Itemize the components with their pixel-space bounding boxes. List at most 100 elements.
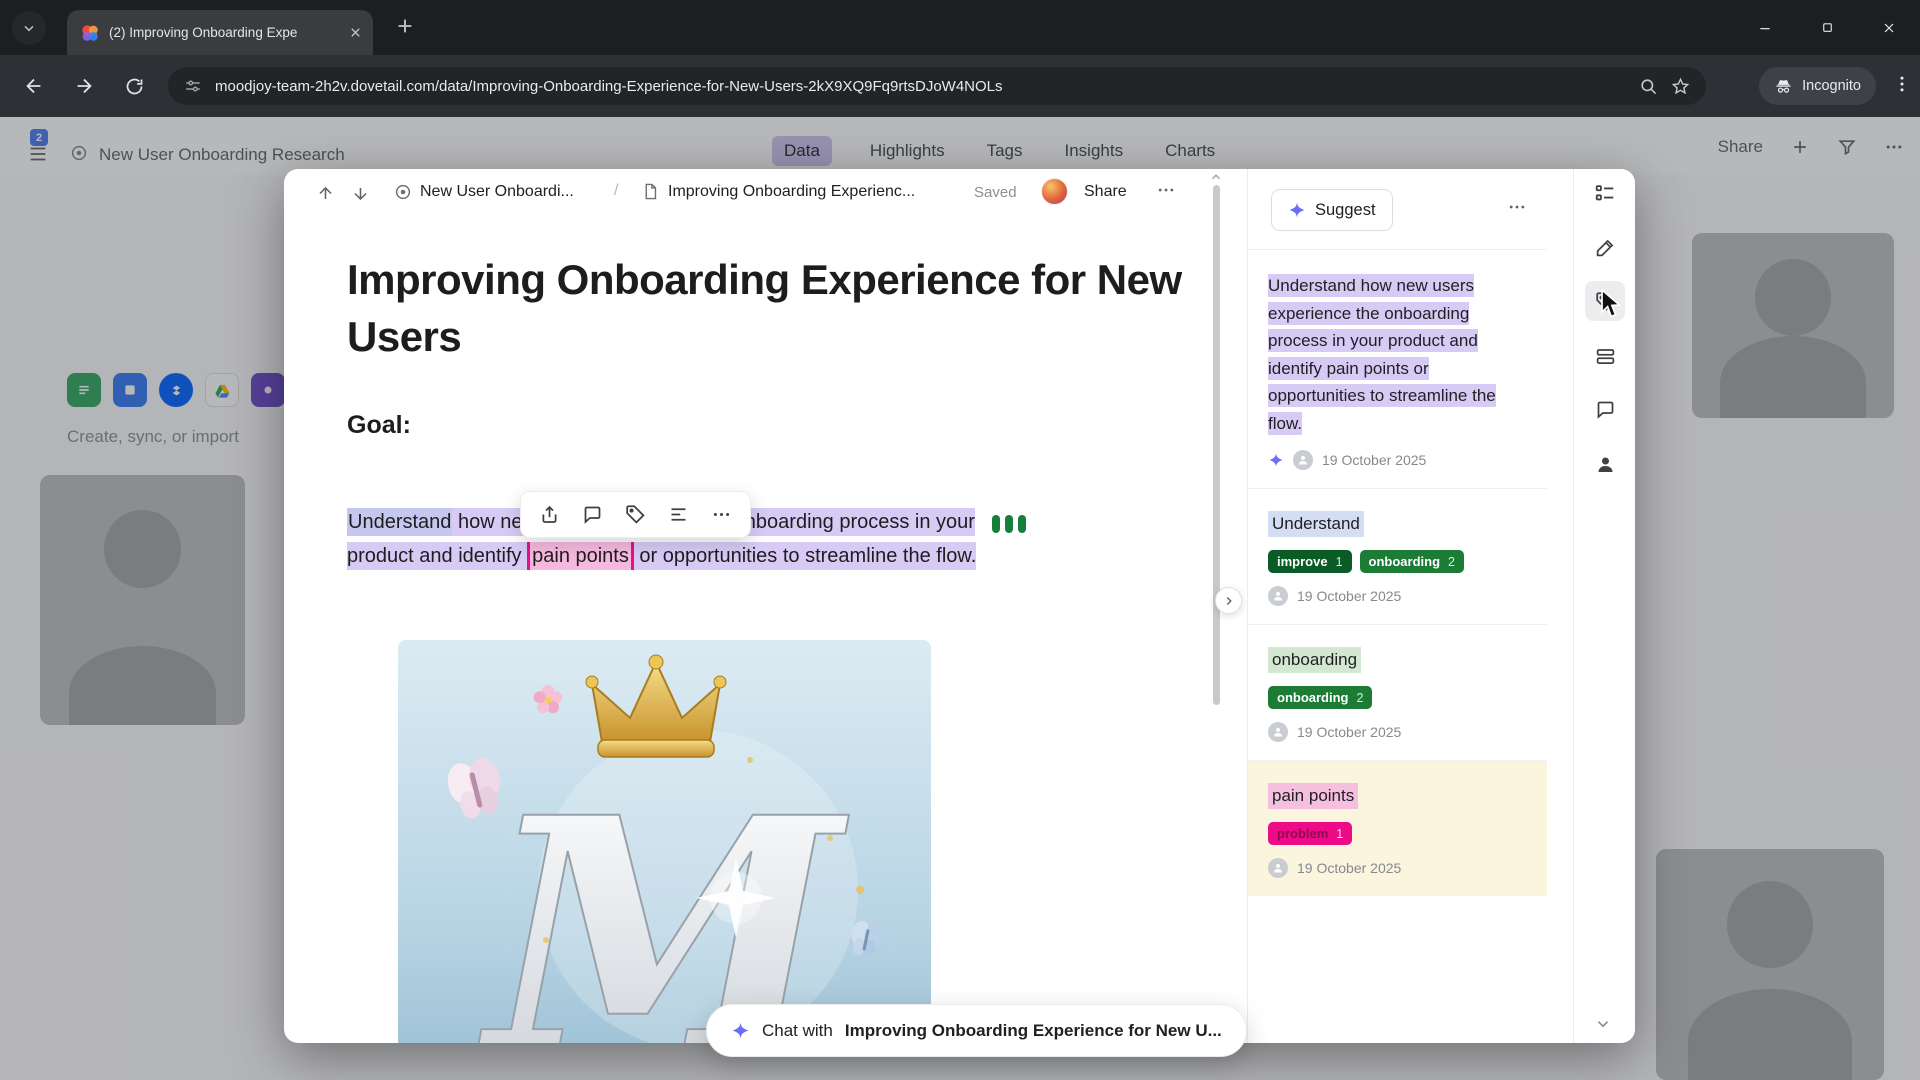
more-options-button[interactable] (711, 504, 732, 525)
highlight-title[interactable]: onboarding (1268, 647, 1362, 673)
tag-onboarding[interactable]: onboarding 2 (1268, 686, 1373, 709)
tab-close-button[interactable] (348, 25, 363, 40)
panel-more-button[interactable] (1507, 197, 1527, 217)
pen-icon (1596, 239, 1613, 256)
forward-button[interactable] (66, 68, 102, 104)
breadcrumb-divider: / (614, 182, 619, 199)
kebab-menu-icon (1900, 76, 1904, 92)
document-scrollbar[interactable] (1213, 185, 1220, 705)
highlighter-button[interactable] (1585, 227, 1625, 267)
share-highlight-button[interactable] (539, 504, 560, 525)
browser-tab-strip: (2) Improving Onboarding Expe (0, 0, 1920, 55)
comment-button[interactable] (582, 504, 603, 525)
tag-problem[interactable]: problem 1 (1268, 822, 1353, 845)
avatar (1268, 586, 1288, 606)
tag-button[interactable] (625, 504, 646, 525)
chat-prefix: Chat with (762, 1020, 833, 1040)
tag-improve[interactable]: improve 1 (1268, 550, 1352, 573)
highlight-card-understand[interactable]: Understand improve 1 onboarding 2 19 Octob… (1248, 489, 1547, 625)
site-info-icon[interactable] (184, 77, 202, 95)
panel-header: Suggest (1248, 169, 1547, 250)
star-icon (1671, 77, 1690, 94)
maximize-button[interactable] (1796, 0, 1858, 55)
highlight-card-onboarding[interactable]: onboarding onboarding 2 19 October 2025 (1248, 625, 1547, 761)
browser-menu-button[interactable] (1892, 74, 1912, 94)
selection-toolbar (520, 491, 751, 538)
incognito-icon (1776, 79, 1791, 93)
breadcrumb-project[interactable]: New User Onboardi... (420, 183, 574, 201)
tab-search-button[interactable] (12, 11, 46, 45)
card-date: 19 October 2025 (1322, 452, 1427, 468)
outline-button[interactable] (1585, 173, 1625, 213)
checklist-icon (1595, 185, 1614, 201)
zoom-button[interactable] (1639, 77, 1658, 96)
card-meta: 19 October 2025 (1268, 858, 1527, 878)
highlight-title[interactable]: Understand (1268, 511, 1364, 537)
highlight-list-button[interactable] (668, 504, 689, 525)
highlight-card-quote[interactable]: Understand how new users experience the … (1248, 250, 1547, 489)
rows-icon (1596, 348, 1614, 364)
reload-button[interactable] (116, 68, 152, 104)
browser-toolbar: moodjoy-team-2h2v.dovetail.com/data/Impr… (0, 55, 1920, 117)
next-item-button[interactable] (347, 180, 373, 206)
avatar (1268, 858, 1288, 878)
highlight-card-pain-points[interactable]: pain points problem 1 19 October 2025 (1248, 761, 1547, 896)
document-title: Improving Onboarding Experience for New … (347, 256, 1182, 360)
highlight-lavender-span[interactable]: or opportunities to streamline the flow. (633, 542, 977, 570)
url-text[interactable]: moodjoy-team-2h2v.dovetail.com/data/Impr… (215, 78, 1626, 95)
panel-collapse-button[interactable] (1215, 587, 1242, 614)
tag-onboarding[interactable]: onboarding 2 (1359, 550, 1464, 573)
suggest-button[interactable]: Suggest (1271, 189, 1393, 231)
minimize-icon (1760, 27, 1770, 29)
highlight-understand[interactable]: Understand (347, 508, 453, 536)
highlight-indicators-green[interactable] (992, 515, 1026, 533)
tag-icon (626, 505, 645, 524)
card-meta: 19 October 2025 (1268, 450, 1527, 470)
rows-icon (671, 508, 686, 521)
card-date: 19 October 2025 (1297, 860, 1402, 876)
dovetail-page: 2 New User Onboarding Research Data High… (0, 117, 1920, 1080)
doc-more-button[interactable] (1156, 180, 1176, 200)
minimize-button[interactable] (1734, 0, 1796, 55)
address-bar[interactable]: moodjoy-team-2h2v.dovetail.com/data/Impr… (168, 67, 1706, 105)
quote-text: Understand how new users experience the … (1268, 274, 1496, 435)
sparkle-icon (1289, 202, 1305, 218)
incognito-badge: Incognito (1759, 67, 1876, 105)
person-icon (1598, 457, 1612, 472)
breadcrumb-document[interactable]: Improving Onboarding Experienc... (668, 183, 915, 201)
ellipsis-icon (1158, 188, 1174, 192)
comments-button[interactable] (1585, 389, 1625, 429)
dovetail-favicon (82, 24, 98, 41)
highlight-title[interactable]: pain points (1268, 783, 1359, 809)
people-button[interactable] (1585, 444, 1625, 484)
browser-tab[interactable]: (2) Improving Onboarding Expe (67, 10, 373, 55)
close-icon (351, 28, 360, 37)
rail-scroll-down-icon[interactable] (1594, 1015, 1612, 1033)
previous-item-button[interactable] (312, 180, 338, 206)
avatar (1293, 450, 1313, 470)
avatar (1268, 722, 1288, 742)
fields-button[interactable] (1585, 336, 1625, 376)
tags-row: onboarding 2 (1268, 686, 1527, 709)
arrow-up-icon (318, 186, 332, 199)
back-button[interactable] (16, 68, 52, 104)
reload-icon (126, 78, 142, 94)
suggest-label: Suggest (1315, 200, 1376, 219)
highlight-pain-points[interactable]: pain points (527, 542, 634, 570)
card-meta: 19 October 2025 (1268, 586, 1527, 606)
tab-title: (2) Improving Onboarding Expe (109, 25, 298, 40)
close-window-button[interactable] (1858, 0, 1920, 55)
user-avatar[interactable] (1041, 178, 1068, 205)
document-modal: New User Onboardi... / Improving Onboard… (284, 169, 1635, 1043)
scroll-up-icon[interactable] (1209, 170, 1223, 184)
comment-icon (584, 506, 601, 524)
highlights-panel: Suggest Understand how new users experie… (1247, 169, 1547, 1043)
new-tab-button[interactable] (394, 15, 416, 37)
bookmark-button[interactable] (1671, 77, 1690, 96)
arrow-down-icon (353, 187, 367, 200)
chat-with-doc-bar[interactable]: Chat with Improving Onboarding Experienc… (706, 1004, 1247, 1057)
magnifier-icon (1641, 78, 1657, 94)
monogram-image: M (398, 640, 931, 1043)
doc-share-button[interactable]: Share (1084, 183, 1127, 201)
incognito-label: Incognito (1802, 78, 1861, 94)
